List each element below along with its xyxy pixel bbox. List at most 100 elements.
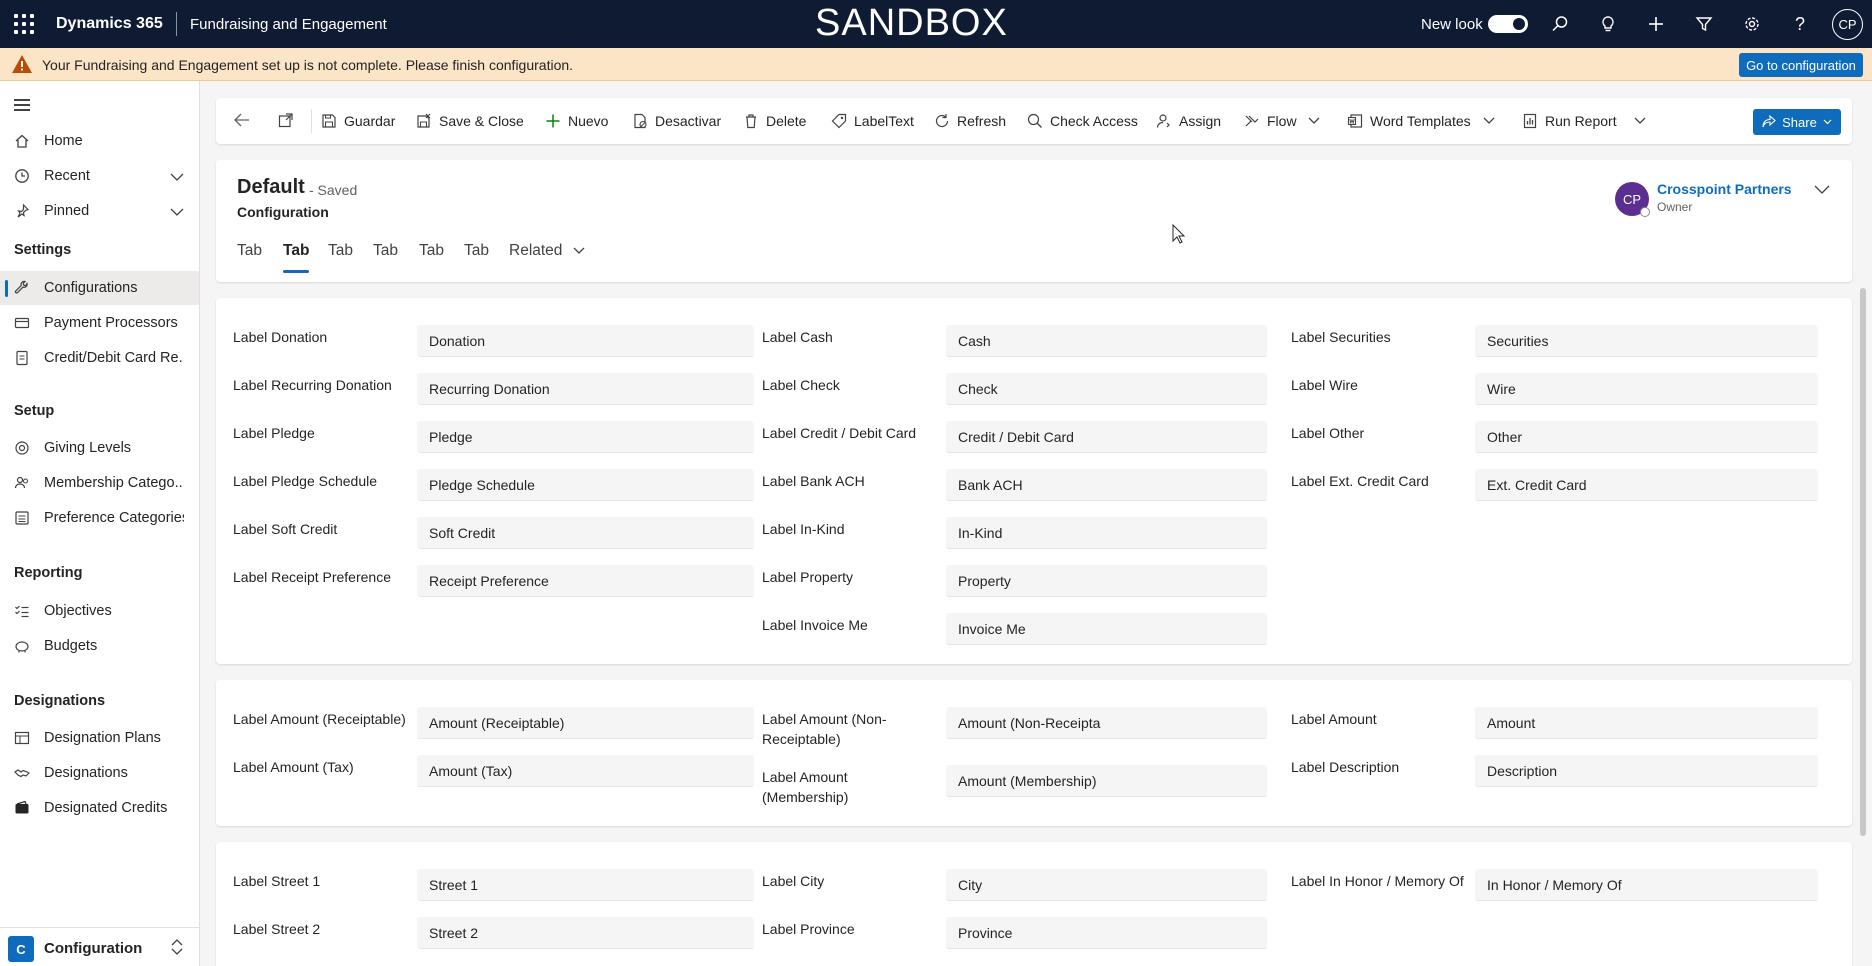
- mouse-cursor-icon: [1172, 223, 1186, 247]
- text-field[interactable]: Street 2: [417, 917, 754, 949]
- help-icon[interactable]: ?: [1788, 12, 1812, 36]
- field-label: Label Invoice Me: [762, 617, 868, 633]
- sidebar-item-designations[interactable]: Designations: [0, 756, 199, 790]
- check-access-button[interactable]: Check Access: [1027, 98, 1138, 144]
- warning-icon: [11, 54, 33, 77]
- text-field[interactable]: In-Kind: [946, 517, 1267, 549]
- assign-button[interactable]: Assign: [1156, 98, 1221, 144]
- sidebar-item-pinned[interactable]: Pinned: [0, 194, 199, 228]
- word-templates-dropdown-button[interactable]: [1483, 98, 1502, 144]
- sidebar-item-membership-categories[interactable]: Membership Catego...: [0, 466, 199, 500]
- text-field[interactable]: Pledge: [417, 421, 754, 453]
- text-field[interactable]: Ext. Credit Card: [1475, 469, 1818, 501]
- lightbulb-icon[interactable]: [1596, 12, 1620, 36]
- area-switcher[interactable]: C Configuration: [0, 927, 199, 966]
- chevron-down-icon[interactable]: [170, 203, 184, 219]
- text-field[interactable]: Receipt Preference: [417, 565, 754, 597]
- save-button[interactable]: Guardar: [321, 98, 395, 144]
- sidebar-section-setup: Setup: [14, 403, 55, 419]
- chevron-down-icon: [573, 247, 585, 254]
- text-field[interactable]: Securities: [1475, 325, 1818, 357]
- sidebar-item-credit-debit-card[interactable]: Credit/Debit Card Re...: [0, 341, 199, 375]
- field-label: Label Check: [762, 377, 840, 393]
- text-field[interactable]: Recurring Donation: [417, 373, 754, 405]
- text-field[interactable]: Province: [946, 917, 1267, 949]
- text-field[interactable]: Description: [1475, 755, 1818, 787]
- new-button[interactable]: Nuevo: [545, 98, 608, 144]
- filter-icon[interactable]: [1692, 12, 1716, 36]
- tab-2[interactable]: Tab: [283, 242, 310, 273]
- run-report-button[interactable]: Run Report: [1522, 98, 1617, 144]
- save-and-close-button[interactable]: Save & Close: [416, 98, 524, 144]
- area-switcher-label: Configuration: [44, 940, 143, 957]
- trash-icon: [746, 114, 756, 129]
- labeltext-button[interactable]: LabelText: [831, 98, 914, 144]
- tab-3[interactable]: Tab: [328, 242, 353, 260]
- gear-icon[interactable]: [1740, 12, 1764, 36]
- sidebar-item-recent[interactable]: Recent: [0, 159, 199, 193]
- text-field[interactable]: In Honor / Memory Of: [1475, 869, 1818, 901]
- text-field[interactable]: Amount (Non-Receipta: [946, 707, 1267, 739]
- word-templates-button[interactable]: Word Templates: [1347, 98, 1471, 144]
- run-report-dropdown-button[interactable]: [1634, 98, 1653, 144]
- flow-button[interactable]: Flow: [1244, 98, 1297, 144]
- field-label: Label Securities: [1291, 329, 1391, 345]
- sidebar-item-objectives[interactable]: Objectives: [0, 594, 199, 628]
- chevron-down-icon[interactable]: [170, 168, 184, 184]
- divider: [311, 109, 312, 133]
- text-field[interactable]: Credit / Debit Card: [946, 421, 1267, 453]
- text-field[interactable]: Property: [946, 565, 1267, 597]
- deactivate-icon: [634, 113, 647, 129]
- sidebar-item-home[interactable]: Home: [0, 124, 199, 158]
- text-field[interactable]: Amount: [1475, 707, 1818, 739]
- share-button[interactable]: Share: [1753, 109, 1841, 135]
- back-button[interactable]: [234, 98, 257, 144]
- text-field[interactable]: Amount (Receiptable): [417, 707, 754, 739]
- sidebar-item-payment-processors[interactable]: Payment Processors: [0, 306, 199, 340]
- text-field[interactable]: Soft Credit: [417, 517, 754, 549]
- go-to-configuration-button[interactable]: Go to configuration: [1739, 53, 1863, 77]
- refresh-button[interactable]: Refresh: [934, 98, 1006, 144]
- header-expand-chevron-icon[interactable]: [1814, 182, 1830, 198]
- app-area-name[interactable]: Fundraising and Engagement: [190, 16, 387, 33]
- report-icon: [1523, 113, 1537, 129]
- owner-name-link[interactable]: Crosspoint Partners: [1657, 181, 1792, 197]
- tab-1[interactable]: Tab: [237, 242, 262, 260]
- new-look-toggle[interactable]: [1488, 15, 1528, 33]
- flow-dropdown-button[interactable]: [1308, 98, 1327, 144]
- tab-6[interactable]: Tab: [464, 242, 489, 260]
- app-launcher-icon[interactable]: [14, 14, 34, 34]
- sidebar-item-budgets[interactable]: Budgets: [0, 629, 199, 663]
- open-in-new-window-button[interactable]: [278, 98, 301, 144]
- sidebar-item-designation-plans[interactable]: Designation Plans: [0, 721, 199, 755]
- vertical-scrollbar[interactable]: [1860, 288, 1866, 836]
- text-field[interactable]: Check: [946, 373, 1267, 405]
- delete-button[interactable]: Delete: [743, 98, 806, 144]
- text-field[interactable]: Bank ACH: [946, 469, 1267, 501]
- text-field[interactable]: Invoice Me: [946, 613, 1267, 645]
- sidebar-item-label: Payment Processors: [44, 315, 178, 331]
- sidebar-item-configurations[interactable]: Configurations: [0, 271, 199, 305]
- text-field[interactable]: Cash: [946, 325, 1267, 357]
- text-field[interactable]: Wire: [1475, 373, 1818, 405]
- text-field[interactable]: City: [946, 869, 1267, 901]
- app-name[interactable]: Dynamics 365: [56, 15, 163, 33]
- search-icon[interactable]: [1548, 12, 1572, 36]
- text-field[interactable]: Pledge Schedule: [417, 469, 754, 501]
- deactivate-button[interactable]: Desactivar: [632, 98, 721, 144]
- text-field[interactable]: Amount (Membership): [946, 765, 1267, 797]
- text-field[interactable]: Other: [1475, 421, 1818, 453]
- sidebar-item-designated-credits[interactable]: Designated Credits: [0, 791, 199, 825]
- text-field[interactable]: Street 1: [417, 869, 754, 901]
- tab-related[interactable]: Related: [509, 242, 585, 260]
- tab-4[interactable]: Tab: [373, 242, 398, 260]
- sidebar-item-giving-levels[interactable]: Giving Levels: [0, 431, 199, 465]
- user-avatar[interactable]: CP: [1832, 9, 1863, 40]
- text-field[interactable]: Amount (Tax): [417, 755, 754, 787]
- plus-icon[interactable]: [1644, 12, 1668, 36]
- sidebar-item-preference-categories[interactable]: Preference Categories: [0, 501, 199, 535]
- tab-5[interactable]: Tab: [419, 242, 444, 260]
- hamburger-menu-icon[interactable]: [14, 99, 30, 111]
- new-look-label: New look: [1421, 16, 1483, 33]
- text-field[interactable]: Donation: [417, 325, 754, 357]
